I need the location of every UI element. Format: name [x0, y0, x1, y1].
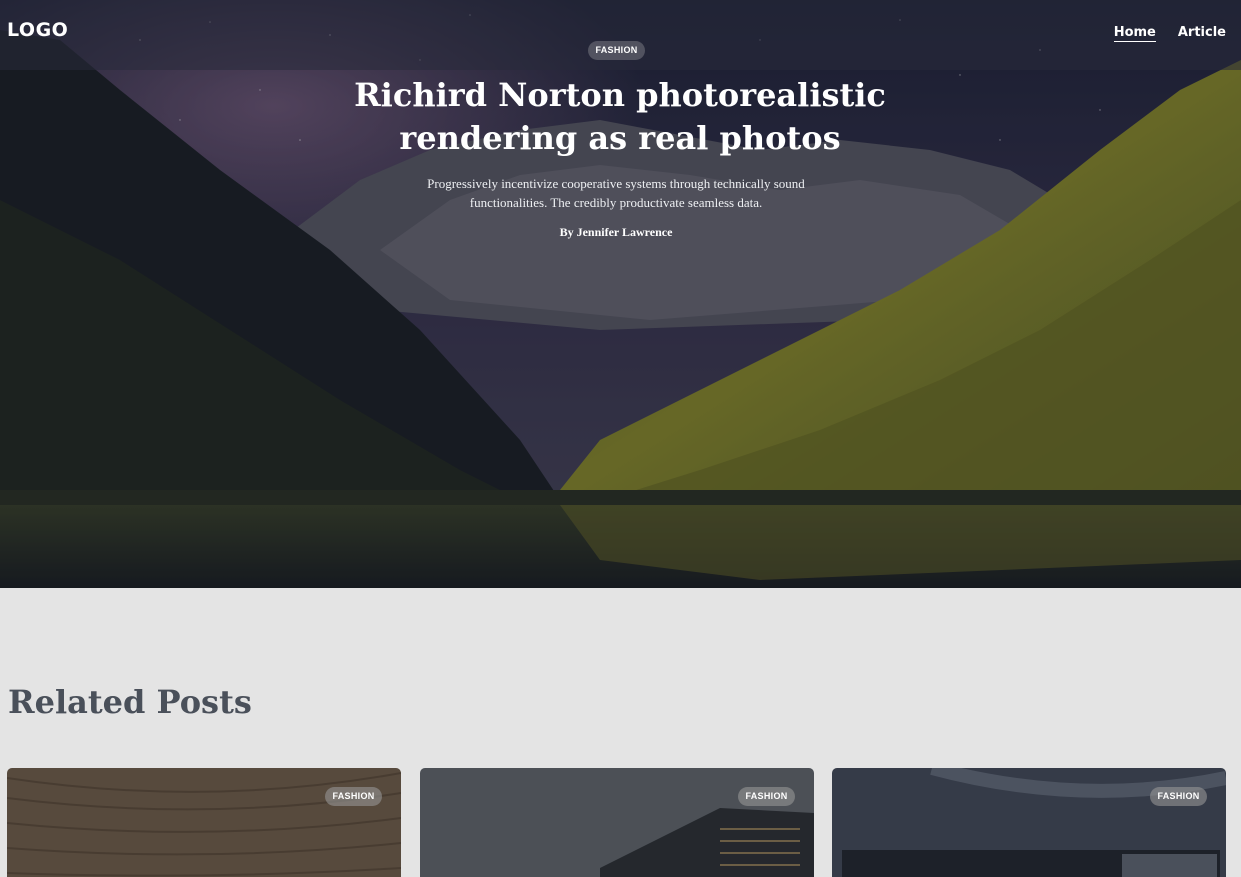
nav-link-article[interactable]: Article [1178, 25, 1226, 42]
related-post-card[interactable]: FASHION [832, 768, 1226, 877]
post-thumbnail-image [832, 768, 1226, 877]
site-logo[interactable]: LOGO [7, 19, 68, 41]
hero-banner: LOGO Home Article FASHION Richird Norton… [0, 0, 1241, 588]
post-thumbnail-image [7, 768, 401, 877]
nav-link-home[interactable]: Home [1113, 25, 1156, 42]
main-nav: Home Article [1113, 25, 1226, 42]
hero-title: Richird Norton photorealistic rendering … [354, 76, 886, 157]
related-posts-heading: Related Posts [8, 683, 252, 721]
related-post-card[interactable]: FASHION [420, 768, 814, 877]
post-thumbnail-image [420, 768, 814, 877]
post-category-badge[interactable]: FASHION [1150, 787, 1207, 806]
post-category-badge[interactable]: FASHION [325, 787, 382, 806]
hero-description: Progressively incentivize cooperative sy… [427, 176, 805, 210]
related-post-card[interactable]: FASHION [7, 768, 401, 877]
hero-author: By Jennifer Lawrence [559, 225, 673, 239]
post-category-badge[interactable]: FASHION [738, 787, 795, 806]
hero-category-badge[interactable]: FASHION [588, 41, 645, 60]
